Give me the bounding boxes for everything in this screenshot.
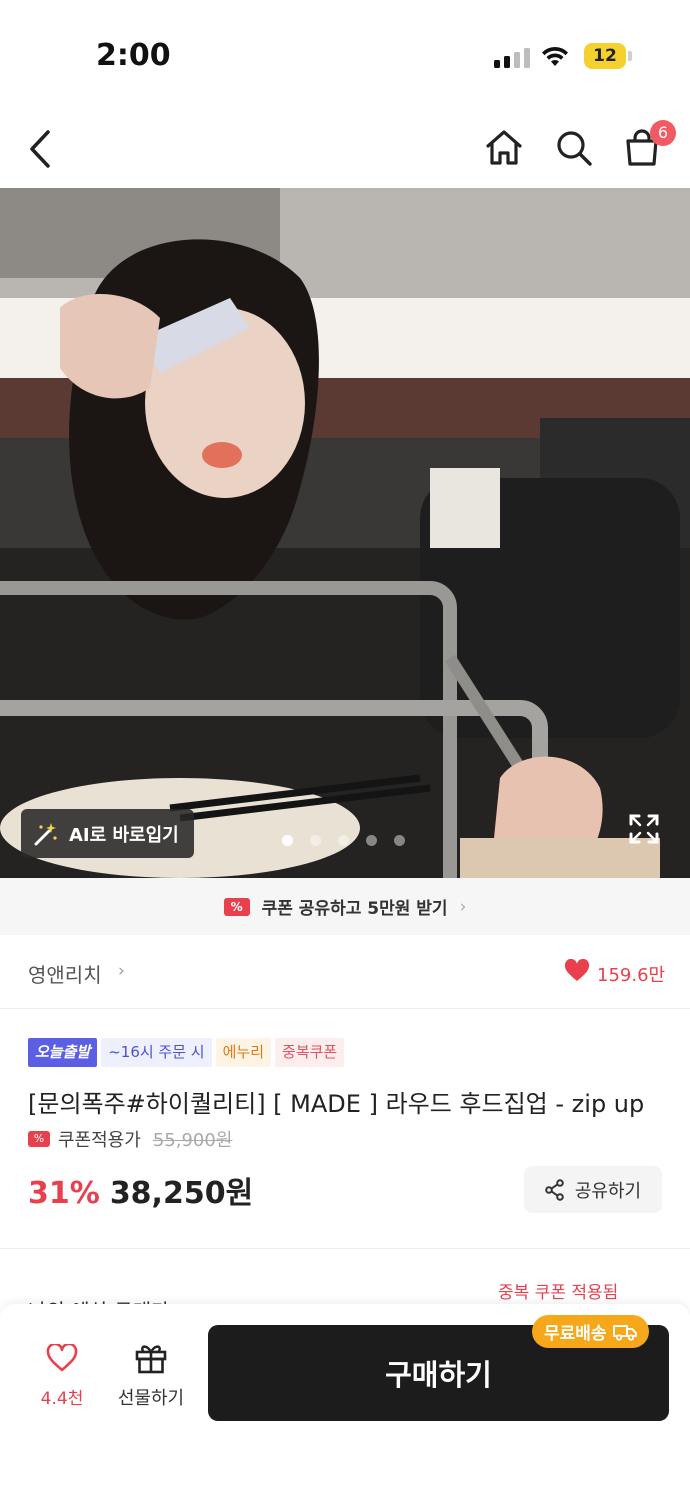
gift-icon (135, 1345, 167, 1374)
coupon-price-label: 쿠폰적용가 (58, 1130, 141, 1151)
badge-stack-coupon: 중복쿠폰 (275, 1038, 345, 1067)
coupon-tag-icon: % (28, 1131, 50, 1147)
gift-label: 선물하기 (117, 1388, 185, 1409)
carousel-dot[interactable] (394, 835, 405, 846)
carousel-dots[interactable] (282, 835, 405, 846)
chevron-right-icon: › (118, 961, 125, 981)
magic-wand-icon (34, 822, 57, 845)
free-shipping-badge: 무료배송 (532, 1315, 649, 1348)
cart-count-badge: 6 (650, 120, 676, 146)
status-time: 2:00 (96, 38, 171, 73)
product-title: [문의폭주#하이퀄리티] [ MADE ] 라우드 후드집업 - zip up (28, 1090, 645, 1118)
carousel-dot[interactable] (310, 835, 321, 846)
heart-filled-icon[interactable] (564, 959, 590, 983)
free-shipping-label: 무료배송 (544, 1324, 607, 1344)
carousel-dot[interactable] (338, 835, 349, 846)
product-photo (0, 188, 690, 878)
heart-outline-icon (46, 1342, 78, 1372)
wifi-icon (542, 46, 568, 66)
divider (0, 1248, 690, 1249)
sale-price: 38,250원 (109, 1176, 254, 1211)
battery-indicator: 12 (584, 43, 626, 69)
expand-icon[interactable] (628, 813, 660, 845)
share-icon (545, 1178, 564, 1201)
share-button[interactable]: 공유하기 (524, 1166, 662, 1213)
brand-like-count: 159.6만 (597, 965, 666, 986)
home-icon[interactable] (484, 128, 524, 168)
carousel-dot[interactable] (366, 835, 377, 846)
product-badges: 오늘출발 ~16시 주문 시 에누리 중복쿠폰 (28, 1038, 345, 1067)
search-icon[interactable] (554, 128, 594, 168)
discount-rate: 31% (28, 1176, 100, 1211)
battery-tip (628, 51, 632, 61)
status-bar: 2:00 12 (0, 0, 690, 110)
coupon-tag-icon: % (223, 897, 250, 916)
back-chevron-icon[interactable] (26, 128, 54, 170)
signal-icon (494, 46, 530, 68)
coupon-share-banner[interactable]: % 쿠폰 공유하고 5만원 받기 › (0, 878, 690, 935)
ai-try-on-label: AI로 바로입기 (69, 824, 179, 846)
badge-enuri: 에누리 (215, 1038, 272, 1067)
chevron-right-icon: › (459, 896, 467, 917)
ai-try-on-button[interactable]: AI로 바로입기 (21, 809, 194, 858)
badge-order-cutoff: ~16시 주문 시 (101, 1038, 212, 1067)
product-image-carousel[interactable] (0, 188, 690, 878)
brand-row: 영앤리치 › 159.6만 (0, 935, 690, 1009)
truck-icon (612, 1324, 637, 1341)
price-row: 31% 38,250원 (28, 1168, 253, 1212)
coupon-price-row: % 쿠폰적용가 55,900원 (28, 1126, 232, 1152)
like-count: 4.4천 (40, 1389, 84, 1409)
carousel-dot[interactable] (282, 835, 293, 846)
share-label: 공유하기 (574, 1180, 642, 1202)
stack-coupon-applied: 중복 쿠폰 적용됨 (498, 1283, 619, 1303)
original-price: 55,900원 (152, 1130, 233, 1151)
badge-today-ship: 오늘출발 (28, 1038, 98, 1067)
brand-name-link[interactable]: 영앤리치 (28, 959, 102, 988)
nav-bar (0, 110, 690, 188)
like-button[interactable]: 4.4천 (30, 1342, 94, 1409)
coupon-share-text: 쿠폰 공유하고 5만원 받기 (261, 899, 448, 919)
gift-button[interactable]: 선물하기 (110, 1342, 192, 1410)
